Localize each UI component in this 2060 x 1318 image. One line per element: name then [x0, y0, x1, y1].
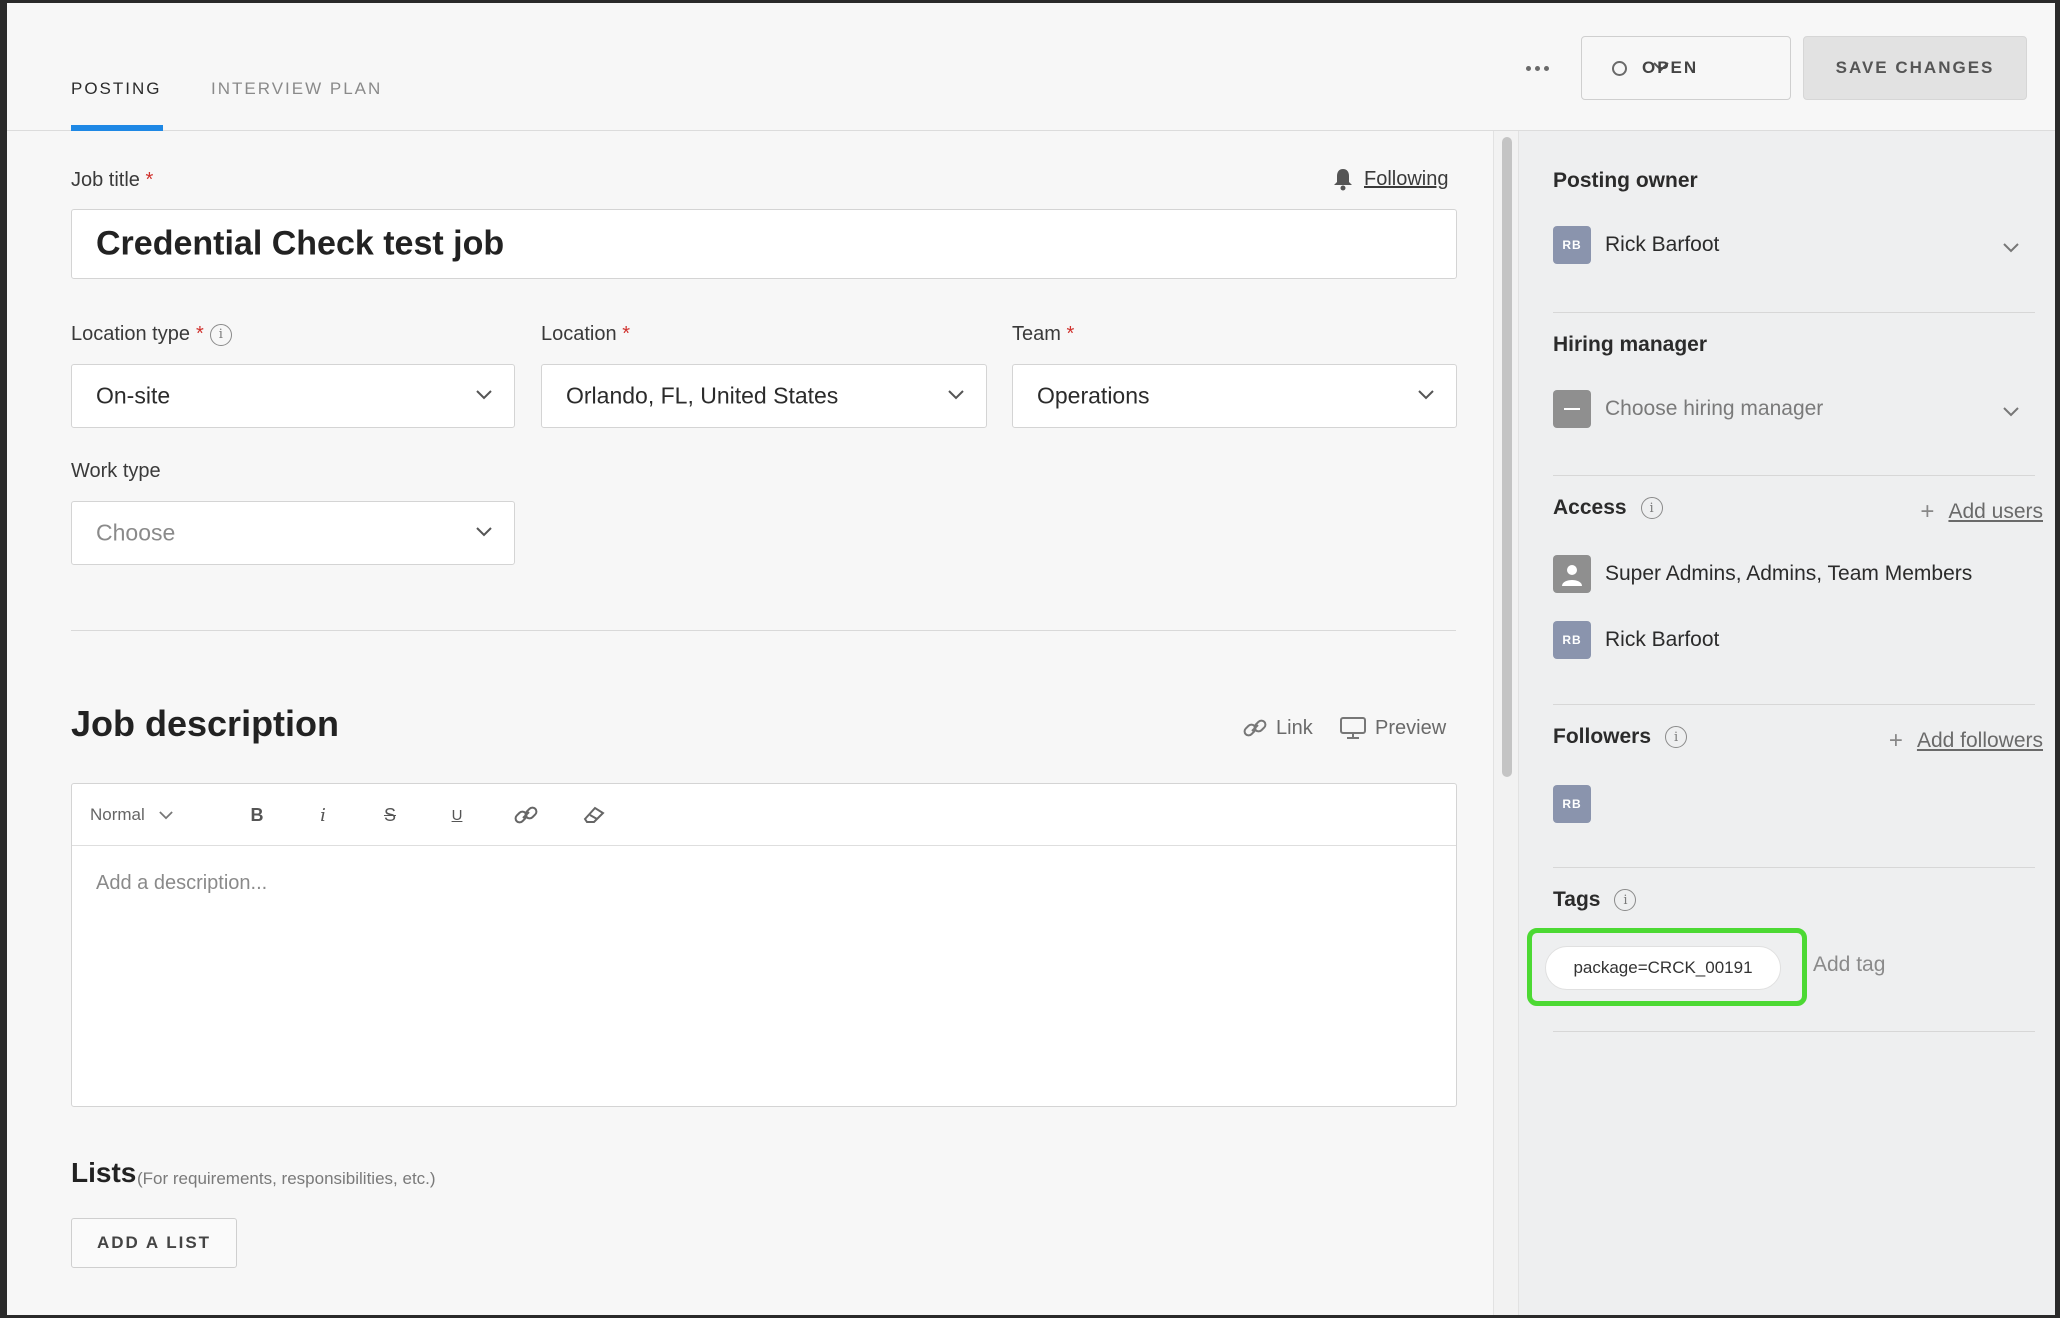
empty-avatar-icon [1553, 390, 1591, 428]
access-user-name: Rick Barfoot [1605, 628, 1720, 651]
scrollbar[interactable] [1493, 131, 1519, 1315]
sidebar: Posting owner RB Rick Barfoot Hiring man… [1519, 131, 2055, 1315]
chevron-down-icon[interactable] [2003, 240, 2019, 258]
sidebar-divider [1553, 704, 2035, 705]
location-type-value: On-site [96, 382, 171, 409]
posting-owner-label: Posting owner [1553, 169, 1698, 192]
avatar[interactable]: RB [1553, 785, 1591, 823]
location-select[interactable]: Orlando, FL, United States [541, 364, 987, 428]
posting-owner-select[interactable]: RB Rick Barfoot [1553, 226, 2019, 264]
plus-icon: + [1920, 498, 1935, 525]
sidebar-divider [1553, 475, 2035, 476]
bell-icon [1334, 169, 1352, 191]
insert-link-icon[interactable] [512, 802, 540, 828]
description-editor[interactable]: Normal B i S U Add a description... [71, 783, 1457, 1107]
italic-icon[interactable]: i [310, 802, 336, 828]
plus-icon: + [1888, 727, 1903, 754]
sidebar-divider [1553, 1031, 2035, 1032]
required-mark: * [145, 169, 154, 191]
chevron-down-icon [1418, 387, 1434, 405]
hiring-manager-label: Hiring manager [1553, 333, 1708, 356]
work-type-placeholder: Choose [96, 519, 176, 546]
description-placeholder: Add a description... [96, 872, 268, 894]
followers-list: RB [1553, 785, 1591, 823]
access-user-row: RB Rick Barfoot [1553, 621, 1719, 659]
active-tab-indicator [71, 125, 163, 131]
job-posting-editor: POSTING INTERVIEW PLAN OPEN SAVE CHANGES… [7, 3, 2055, 1315]
following-toggle[interactable]: Following [1332, 167, 1448, 191]
hiring-manager-placeholder: Choose hiring manager [1605, 397, 1824, 420]
team-value: Operations [1037, 382, 1150, 409]
chevron-down-icon [948, 387, 964, 405]
lists-note: (For requirements, responsibilities, etc… [137, 1169, 436, 1188]
link-icon [1243, 719, 1267, 737]
tab-posting[interactable]: POSTING [71, 79, 162, 99]
status-label: OPEN [1642, 58, 1699, 77]
location-value: Orlando, FL, United States [566, 382, 839, 409]
location-type-select[interactable]: On-site [71, 364, 515, 428]
link-button[interactable]: Link [1242, 715, 1313, 741]
posting-owner-name: Rick Barfoot [1605, 233, 1720, 256]
chevron-down-icon [159, 810, 173, 819]
info-icon[interactable]: i [209, 323, 232, 346]
more-dot-icon [1525, 65, 1531, 71]
add-tag-input[interactable]: Add tag [1813, 953, 1885, 977]
more-options-button[interactable] [1517, 55, 1557, 81]
link-label: Link [1276, 716, 1313, 739]
status-circle-icon [1612, 60, 1627, 76]
location-type-label: Location type * i [71, 323, 232, 346]
underline-icon[interactable]: U [444, 802, 470, 828]
text-format-select[interactable]: Normal [90, 802, 173, 828]
team-label: Team * [1012, 323, 1075, 345]
tab-interview-plan[interactable]: INTERVIEW PLAN [211, 79, 382, 99]
job-title-label: Job title * [71, 169, 154, 191]
strikethrough-icon[interactable]: S [377, 802, 403, 828]
access-label: Access i [1553, 496, 1663, 520]
sidebar-divider [1553, 867, 2035, 868]
hiring-manager-select[interactable]: Choose hiring manager [1553, 390, 1823, 428]
section-divider [71, 630, 1456, 631]
following-label: Following [1364, 167, 1449, 190]
preview-label: Preview [1375, 716, 1447, 739]
job-title-value: Credential Check test job [96, 224, 505, 263]
scrollbar-thumb[interactable] [1502, 137, 1512, 777]
location-label: Location * [541, 323, 630, 345]
tags-label: Tags i [1553, 888, 1637, 912]
eraser-icon[interactable] [580, 802, 608, 828]
access-group-text: Super Admins, Admins, Team Members [1605, 562, 1973, 585]
job-description-heading: Job description [71, 703, 340, 744]
chevron-down-icon [476, 387, 492, 405]
chevron-down-icon [476, 524, 492, 542]
lists-heading: Lists [71, 1157, 137, 1188]
avatar: RB [1553, 226, 1591, 264]
add-users-button[interactable]: + Add users [1920, 498, 2043, 526]
sidebar-divider [1553, 312, 2035, 313]
avatar: RB [1553, 621, 1591, 659]
chevron-down-icon[interactable] [2003, 404, 2019, 422]
info-icon[interactable]: i [1665, 726, 1688, 748]
info-icon[interactable]: i [1640, 497, 1663, 519]
header: POSTING INTERVIEW PLAN OPEN SAVE CHANGES [7, 3, 2055, 131]
job-title-input[interactable]: Credential Check test job [71, 209, 1457, 279]
editor-toolbar: Normal B i S U [72, 784, 1456, 846]
team-select[interactable]: Operations [1012, 364, 1457, 428]
save-changes-button[interactable]: SAVE CHANGES [1803, 36, 2027, 100]
work-type-select[interactable]: Choose [71, 501, 515, 565]
preview-button[interactable]: Preview [1339, 715, 1446, 741]
bold-icon[interactable]: B [244, 802, 270, 828]
add-list-button[interactable]: ADD A LIST [71, 1218, 237, 1268]
work-type-label: Work type [71, 460, 161, 482]
access-group-row: Super Admins, Admins, Team Members [1553, 555, 1972, 593]
monitor-icon [1340, 717, 1366, 739]
add-followers-button[interactable]: + Add followers [1889, 727, 2043, 755]
status-dropdown-button[interactable]: OPEN [1581, 36, 1791, 100]
tag-pill[interactable]: package=CRCK_00191 [1545, 946, 1781, 990]
user-group-icon [1553, 555, 1591, 593]
followers-label: Followers i [1553, 725, 1688, 749]
info-icon[interactable]: i [1614, 889, 1637, 911]
